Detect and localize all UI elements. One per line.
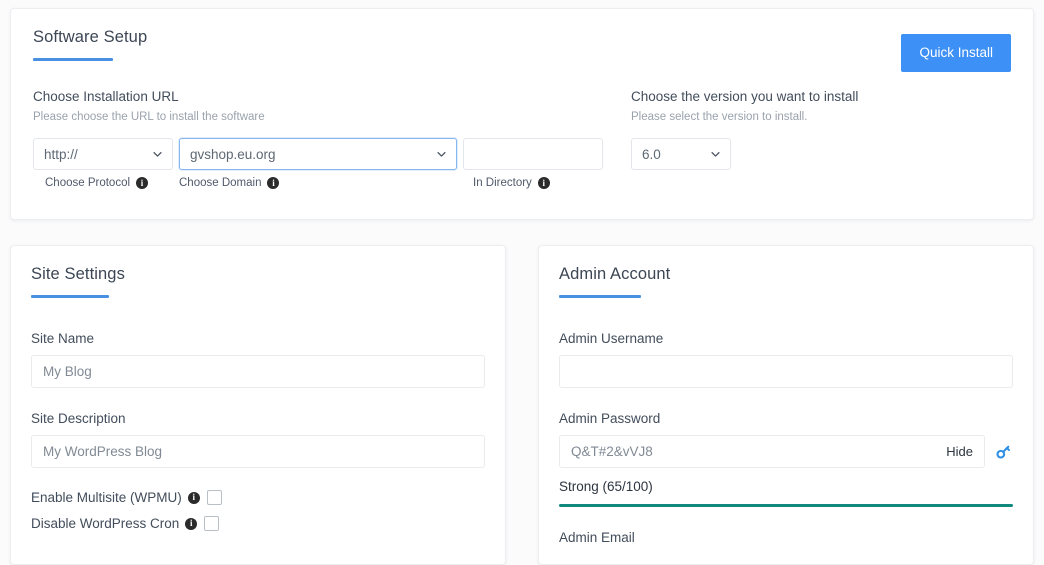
admin-account-title: Admin Account — [559, 264, 1013, 284]
quick-install-button[interactable]: Quick Install — [901, 34, 1011, 72]
title-underline — [31, 295, 109, 298]
title-underline — [559, 295, 641, 298]
site-description-input[interactable] — [31, 435, 485, 468]
installation-url-subtext: Please choose the URL to install the sof… — [33, 110, 631, 124]
domain-hint: Choose Domain i — [179, 177, 463, 189]
info-icon[interactable]: i — [136, 177, 148, 189]
site-settings-card: Site Settings Site Name Site Description… — [10, 245, 506, 565]
admin-username-input[interactable] — [559, 355, 1013, 388]
site-name-label: Site Name — [31, 330, 485, 347]
chevron-down-icon — [710, 149, 721, 160]
admin-password-input[interactable] — [571, 444, 938, 459]
domain-select-value: gvshop.eu.org — [190, 147, 276, 162]
title-underline — [33, 58, 113, 61]
password-strength-fill — [559, 504, 1013, 507]
software-setup-card: Software Setup Quick Install Choose Inst… — [10, 8, 1034, 220]
setup-columns: Choose Installation URL Please choose th… — [33, 88, 1011, 189]
url-hints-row: Choose Protocol i Choose Domain i In Dir… — [33, 177, 631, 189]
chevron-down-icon — [436, 149, 447, 160]
site-settings-title: Site Settings — [31, 264, 485, 284]
info-icon[interactable]: i — [185, 518, 197, 530]
protocol-select-value: http:// — [44, 147, 78, 162]
password-strength-bar — [559, 504, 1013, 507]
directory-hint-label: In Directory — [473, 177, 532, 189]
protocol-hint: Choose Protocol i — [33, 177, 179, 189]
version-heading: Choose the version you want to install — [631, 88, 1011, 105]
site-description-label: Site Description — [31, 410, 485, 427]
directory-hint: In Directory i — [463, 177, 550, 189]
site-name-input[interactable] — [31, 355, 485, 388]
password-strength-label: Strong (65/100) — [559, 478, 1013, 495]
directory-input[interactable] — [463, 138, 603, 170]
domain-select[interactable]: gvshop.eu.org — [179, 138, 457, 170]
multisite-label: Enable Multisite (WPMU) — [31, 490, 182, 505]
url-inputs-row: http:// gvshop.eu.org — [33, 138, 631, 170]
version-select-value: 6.0 — [642, 147, 661, 162]
page-title: Software Setup — [33, 27, 1011, 47]
settings-row: Site Settings Site Name Site Description… — [10, 245, 1034, 565]
info-icon[interactable]: i — [267, 177, 279, 189]
admin-password-row: Hide — [559, 435, 1013, 468]
key-icon[interactable] — [994, 442, 1013, 461]
installation-url-group: Choose Installation URL Please choose th… — [33, 88, 631, 189]
admin-password-box: Hide — [559, 435, 985, 468]
version-input-row: 6.0 — [631, 138, 1011, 170]
version-subtext: Please select the version to install. — [631, 110, 1011, 124]
version-select[interactable]: 6.0 — [631, 138, 731, 170]
installer-page: Software Setup Quick Install Choose Inst… — [0, 0, 1044, 559]
cron-label: Disable WordPress Cron — [31, 516, 179, 531]
protocol-hint-label: Choose Protocol — [45, 177, 130, 189]
cron-row: Disable WordPress Cron i — [31, 516, 485, 531]
domain-hint-label: Choose Domain — [179, 177, 261, 189]
multisite-row: Enable Multisite (WPMU) i — [31, 490, 485, 505]
admin-email-label: Admin Email — [559, 529, 1013, 546]
admin-account-card: Admin Account Admin Username Admin Passw… — [538, 245, 1034, 565]
protocol-select[interactable]: http:// — [33, 138, 173, 170]
admin-username-label: Admin Username — [559, 330, 1013, 347]
info-icon[interactable]: i — [188, 492, 200, 504]
chevron-down-icon — [152, 149, 163, 160]
cron-checkbox[interactable] — [204, 516, 219, 531]
admin-password-label: Admin Password — [559, 410, 1013, 427]
installation-url-heading: Choose Installation URL — [33, 88, 631, 105]
version-group: Choose the version you want to install P… — [631, 88, 1011, 189]
multisite-checkbox[interactable] — [207, 490, 222, 505]
password-visibility-toggle[interactable]: Hide — [946, 444, 973, 459]
info-icon[interactable]: i — [538, 177, 550, 189]
